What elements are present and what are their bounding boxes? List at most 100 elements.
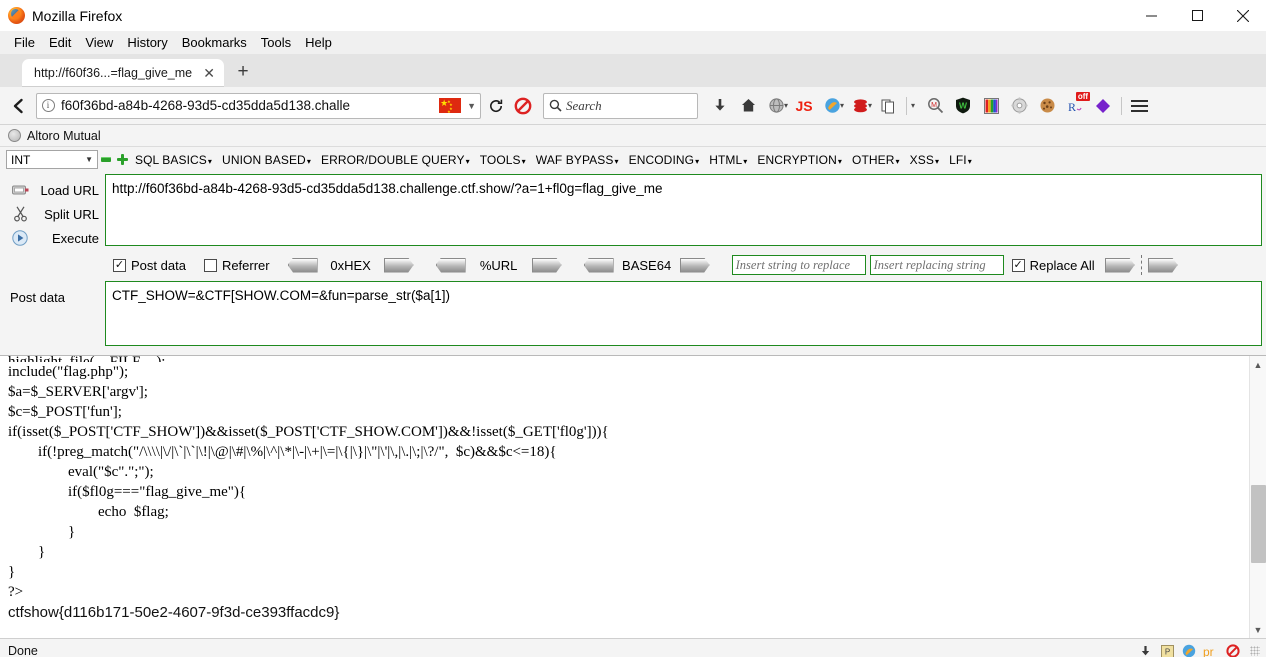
injection-type-select[interactable]: INT ▼ [6, 150, 98, 169]
chevron-down-icon[interactable]: ▾ [784, 101, 788, 110]
apply-replace-arrow-icon[interactable] [1104, 257, 1135, 273]
encoder-label: %URL [479, 257, 518, 273]
hackbar-menu-waf-bypass[interactable]: WAF BYPASS▾ [531, 153, 624, 167]
site-info-icon[interactable]: i [37, 99, 59, 112]
post-data-checkbox[interactable]: Post data [113, 258, 186, 273]
injection-type-value: INT [11, 152, 31, 167]
home-icon[interactable] [734, 92, 762, 120]
close-icon[interactable]: ✕ [200, 64, 218, 82]
scrollbar-track[interactable] [1250, 373, 1266, 621]
purple-diamond-icon[interactable] [1089, 92, 1117, 120]
url-bar[interactable]: i f60f36bd-a84b-4268-93d5-cd35dda5d138.c… [36, 92, 481, 119]
minimize-button[interactable] [1128, 0, 1174, 31]
encode-arrow-icon[interactable] [679, 257, 710, 273]
reload-icon[interactable] [483, 92, 509, 120]
replace-all-checkbox[interactable]: Replace All [1011, 258, 1095, 273]
cookie-manager-icon[interactable] [1033, 92, 1061, 120]
close-button[interactable] [1220, 0, 1266, 31]
decode-arrow-icon[interactable] [583, 257, 614, 273]
referrer-checkbox[interactable]: Referrer [203, 258, 270, 273]
chevron-down-icon[interactable]: ▾ [868, 101, 872, 110]
browser-tab-active[interactable]: http://f60f36...=flag_give_me ✕ [22, 59, 225, 87]
hackbar-menu-html[interactable]: HTML▾ [704, 153, 752, 167]
load-url-button[interactable]: Load URL [0, 178, 105, 202]
menu-hamburger-icon[interactable] [1126, 92, 1152, 120]
menu-label: ENCODING [628, 152, 695, 167]
scrollbar-thumb[interactable] [1250, 485, 1266, 563]
menu-item-edit[interactable]: Edit [42, 33, 78, 52]
wappalyzer-shield-icon[interactable]: W [949, 92, 977, 120]
hackbar-menu-sql-basics[interactable]: SQL BASICS▾ [130, 153, 217, 167]
javascript-toggle-icon[interactable]: JS [790, 92, 818, 120]
bookmark-item-altoro-mutual[interactable]: Altoro Mutual [27, 129, 101, 143]
code-line: $c=$_POST['fun']; [8, 404, 122, 420]
hackbar-panel: INT ▼ SQL BASICS▾ UNION BASED▾ ERROR/DOU… [0, 147, 1266, 356]
code-line-clipped: highlight_file(__FILE__); [8, 356, 1266, 362]
menu-item-view[interactable]: View [78, 33, 120, 52]
add-tab-button[interactable] [114, 154, 130, 165]
resize-grip[interactable] [1250, 646, 1260, 656]
hackbar-menu-union-based[interactable]: UNION BASED▾ [217, 153, 316, 167]
execute-button[interactable]: Execute [0, 226, 105, 250]
hackbar-menu-encryption[interactable]: ENCRYPTION▾ [752, 153, 847, 167]
hackbar-menu-tools[interactable]: TOOLS▾ [475, 153, 531, 167]
menu-label: LFI [949, 152, 967, 167]
code-line: echo $flag; [8, 504, 169, 520]
remove-tab-button[interactable] [98, 157, 114, 162]
noscript-status-icon[interactable] [1224, 642, 1242, 657]
caret-icon: ▾ [895, 156, 900, 166]
maximize-button[interactable] [1174, 0, 1220, 31]
split-url-label: Split URL [44, 206, 99, 222]
menu-label: UNION BASED [222, 152, 306, 167]
new-tab-button[interactable]: + [230, 59, 256, 85]
menu-item-bookmarks[interactable]: Bookmarks [175, 33, 254, 52]
hackbar-status-icon[interactable] [1180, 642, 1198, 657]
page-info-icon[interactable]: P [1158, 642, 1176, 657]
zoom-search-icon[interactable]: M [921, 92, 949, 120]
hackbar-menu-lfi[interactable]: LFI▾ [944, 153, 977, 167]
scroll-up-icon[interactable]: ▲ [1250, 356, 1266, 373]
encoder-base64: BASE64 [583, 257, 710, 273]
post-data-textarea[interactable] [105, 281, 1262, 346]
back-arrow-icon[interactable] [4, 91, 34, 121]
decode-arrow-icon[interactable] [435, 257, 466, 273]
menu-item-file[interactable]: File [7, 33, 42, 52]
replace-to-input[interactable]: Insert replacing string [869, 255, 1004, 275]
menu-item-help[interactable]: Help [298, 33, 339, 52]
chevron-down-icon[interactable]: ▾ [911, 101, 915, 110]
settings-gear-icon[interactable] [1005, 92, 1033, 120]
referer-off-icon[interactable]: R off [1061, 91, 1091, 120]
hackbar-menu-other[interactable]: OTHER▾ [847, 153, 905, 167]
menu-item-tools[interactable]: Tools [254, 33, 298, 52]
tab-title: http://f60f36...=flag_give_me [34, 66, 193, 80]
scroll-down-icon[interactable]: ▼ [1250, 621, 1266, 638]
decode-arrow-icon[interactable] [287, 257, 318, 273]
noscript-icon[interactable] [509, 92, 537, 120]
download-arrow-icon[interactable] [706, 92, 734, 120]
encode-arrow-icon[interactable] [531, 257, 562, 273]
menu-item-history[interactable]: History [120, 33, 174, 52]
chevron-down-icon[interactable]: ▼ [463, 101, 480, 111]
search-input[interactable]: Search [566, 98, 602, 114]
chevron-down-icon[interactable]: ▾ [840, 101, 844, 110]
encode-arrow-icon[interactable] [383, 257, 414, 273]
apply-replace-all-arrow-icon[interactable] [1147, 257, 1178, 273]
js-label: JS [795, 97, 813, 114]
replace-from-input[interactable]: Insert string to replace [731, 255, 866, 275]
hackbar-url-field-wrap [105, 174, 1266, 251]
post-data-label: Post data [131, 257, 186, 273]
hackbar-menu-error-double-query[interactable]: ERROR/DOUBLE QUERY▾ [316, 153, 475, 167]
split-url-button[interactable]: Split URL [0, 202, 105, 226]
code-line: } [8, 544, 46, 560]
privacy-pr-icon[interactable]: pr [1202, 642, 1220, 657]
colorzilla-icon[interactable] [977, 92, 1005, 120]
hackbar-menu-encoding[interactable]: ENCODING▾ [624, 153, 705, 167]
search-icon [544, 99, 566, 112]
hackbar-url-row: Load URL Split URL Execute [0, 172, 1266, 251]
hackbar-menu-xss[interactable]: XSS▾ [905, 153, 944, 167]
page-scrollbar[interactable]: ▲ ▼ [1249, 356, 1266, 638]
search-bar[interactable]: Search [543, 92, 698, 119]
download-arrow-icon[interactable] [1136, 642, 1154, 657]
url-textarea[interactable] [105, 174, 1262, 246]
copy-page-icon[interactable] [874, 92, 902, 120]
